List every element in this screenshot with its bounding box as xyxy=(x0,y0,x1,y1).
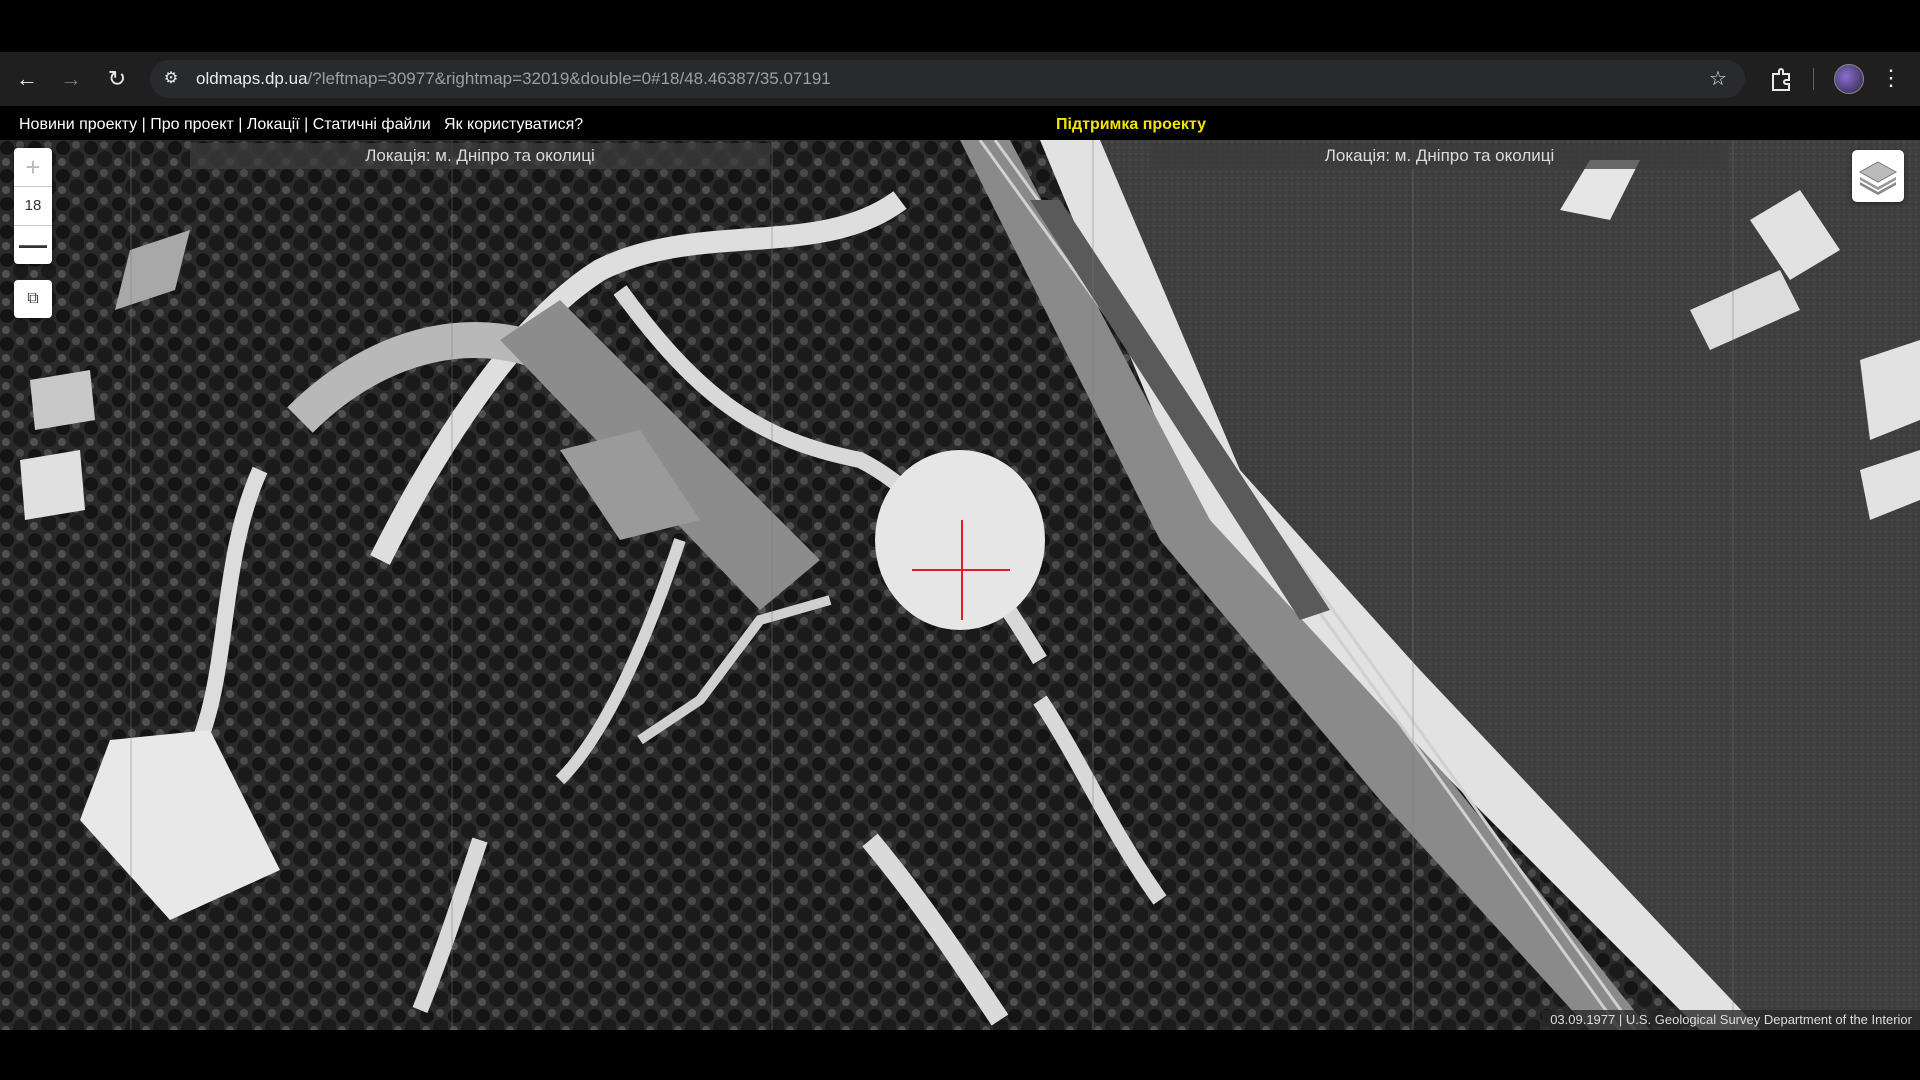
bookmark-star-icon[interactable]: ☆ xyxy=(1705,66,1731,92)
swap-maps-icon[interactable]: ⧉ xyxy=(14,280,52,318)
screen-bottom-bar xyxy=(0,1030,1920,1080)
right-map-location-label: Локація: м. Дніпро та околиці xyxy=(1152,143,1727,169)
url-text[interactable]: oldmaps.dp.ua/?leftmap=30977&rightmap=32… xyxy=(196,69,831,89)
screen-top-bar xyxy=(0,0,1920,52)
support-project-link[interactable]: Підтримка проекту xyxy=(1056,116,1206,134)
aerial-photo xyxy=(0,140,1920,1030)
back-arrow-icon[interactable]: ← xyxy=(14,66,40,92)
left-map-location-label: Локація: м. Дніпро та околиці xyxy=(190,143,770,169)
nav-link-about[interactable]: Про проект xyxy=(150,116,234,133)
url-host: oldmaps.dp.ua xyxy=(196,69,308,88)
site-info-icon[interactable]: ⚙ xyxy=(158,66,184,92)
toolbar-separator xyxy=(1813,68,1814,90)
nav-separator: | xyxy=(299,116,313,133)
zoom-control: + 18 — xyxy=(14,148,52,264)
nav-link-news[interactable]: Новини проекту xyxy=(19,116,137,133)
nav-separator: | xyxy=(137,116,151,133)
map-view[interactable] xyxy=(0,140,1920,1030)
zoom-in-button[interactable]: + xyxy=(14,148,52,187)
nav-separator: | xyxy=(233,116,247,133)
nav-spacer xyxy=(431,116,444,133)
more-menu-icon[interactable]: ⋮ xyxy=(1880,64,1902,92)
layers-icon[interactable] xyxy=(1852,150,1904,202)
zoom-level: 18 xyxy=(24,197,42,214)
nav-link-static-files[interactable]: Статичні файли xyxy=(313,116,431,133)
extensions-icon[interactable] xyxy=(1767,66,1795,92)
profile-avatar[interactable] xyxy=(1834,64,1864,94)
site-nav-links: Новини проекту | Про проект | Локації | … xyxy=(19,116,583,134)
zoom-out-button[interactable]: — xyxy=(14,225,52,264)
map-attribution: 03.09.1977 | U.S. Geological Survey Depa… xyxy=(1542,1010,1920,1030)
nav-link-locations[interactable]: Локації xyxy=(247,116,300,133)
forward-arrow-icon[interactable]: → xyxy=(58,66,84,92)
reload-icon[interactable]: ↻ xyxy=(104,66,130,92)
url-path: /?leftmap=30977&rightmap=32019&double=0#… xyxy=(307,69,831,88)
nav-link-how-to-use[interactable]: Як користуватися? xyxy=(444,116,583,133)
